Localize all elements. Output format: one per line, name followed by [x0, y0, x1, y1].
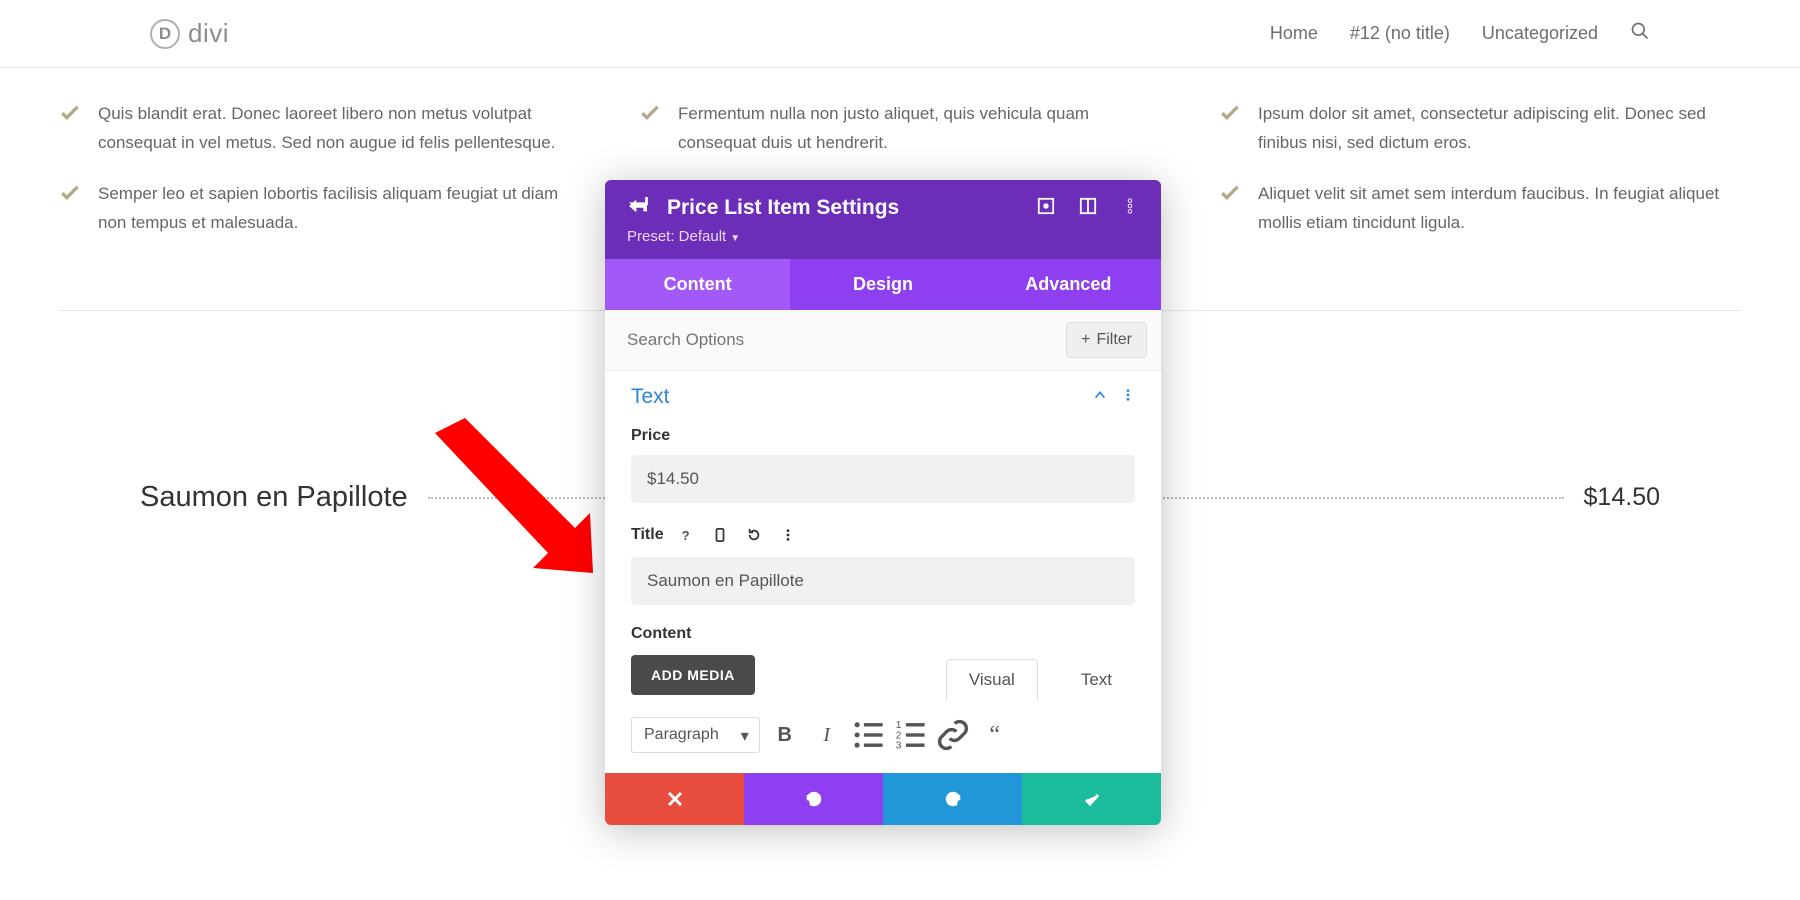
modal-header[interactable]: Price List Item Settings Preset: Default… — [605, 180, 1161, 259]
feature-item: Quis blandit erat. Donec laoreet libero … — [60, 100, 580, 158]
undo-button[interactable] — [744, 773, 883, 825]
field-title: Title ? — [631, 523, 1135, 605]
feature-col-3: Ipsum dolor sit amet, consectetur adipis… — [1220, 100, 1740, 260]
price-input[interactable] — [631, 455, 1135, 503]
snap-icon[interactable] — [1079, 197, 1097, 220]
price-label: Price — [631, 427, 670, 445]
feature-col-1: Quis blandit erat. Donec laoreet libero … — [60, 100, 580, 260]
modal-tabs: Content Design Advanced — [605, 259, 1161, 310]
bold-button[interactable]: B — [768, 718, 802, 752]
feature-text: Ipsum dolor sit amet, consectetur adipis… — [1258, 100, 1740, 158]
quote-button[interactable]: “ — [978, 718, 1012, 752]
check-icon — [640, 104, 660, 158]
title-label: Title — [631, 526, 664, 544]
nav-link-12[interactable]: #12 (no title) — [1350, 23, 1450, 44]
options-search-bar: + Filter — [605, 310, 1161, 371]
title-input[interactable] — [631, 557, 1135, 605]
kebab-icon[interactable] — [776, 523, 800, 547]
search-icon[interactable] — [1630, 21, 1650, 46]
format-select[interactable]: Paragraph ▾ — [631, 717, 760, 753]
content-label: Content — [631, 625, 691, 643]
svg-text:3: 3 — [895, 741, 901, 752]
brand-name: divi — [188, 18, 229, 49]
kebab-icon[interactable] — [1121, 197, 1139, 220]
feature-text: Aliquet velit sit amet sem interdum fauc… — [1258, 180, 1740, 238]
format-select-value: Paragraph — [644, 726, 719, 743]
feature-text: Quis blandit erat. Donec laoreet libero … — [98, 100, 580, 158]
cancel-button[interactable] — [605, 773, 744, 825]
nav-link-home[interactable]: Home — [1270, 23, 1318, 44]
filter-button[interactable]: + Filter — [1066, 322, 1147, 358]
expand-icon[interactable] — [1037, 197, 1055, 220]
check-icon — [60, 184, 80, 238]
section-title: Text — [631, 385, 670, 409]
search-input[interactable] — [619, 324, 1066, 356]
primary-nav: Home #12 (no title) Uncategorized — [1270, 21, 1650, 46]
field-price: Price — [631, 427, 1135, 503]
site-logo[interactable]: D divi — [150, 18, 229, 49]
feature-text: Fermentum nulla non justo aliquet, quis … — [678, 100, 1160, 158]
feature-item: Aliquet velit sit amet sem interdum fauc… — [1220, 180, 1740, 238]
kebab-icon[interactable] — [1121, 388, 1135, 407]
price-item-price: $14.50 — [1584, 483, 1660, 512]
chevron-up-icon[interactable] — [1093, 388, 1107, 407]
site-header: D divi Home #12 (no title) Uncategorized — [0, 0, 1800, 68]
feature-text: Semper leo et sapien lobortis facilisis … — [98, 180, 580, 238]
settings-modal: Price List Item Settings Preset: Default… — [605, 180, 1161, 825]
logo-mark-icon: D — [150, 19, 180, 49]
filter-label: Filter — [1096, 331, 1132, 349]
plus-icon: + — [1081, 331, 1090, 349]
help-icon[interactable]: ? — [674, 523, 698, 547]
feature-item: Ipsum dolor sit amet, consectetur adipis… — [1220, 100, 1740, 158]
nav-link-uncategorized[interactable]: Uncategorized — [1482, 23, 1598, 44]
redo-button[interactable] — [883, 773, 1022, 825]
check-icon — [1220, 104, 1240, 158]
italic-button[interactable]: I — [810, 718, 844, 752]
check-icon — [1220, 184, 1240, 238]
modal-title: Price List Item Settings — [667, 196, 1019, 220]
responsive-icon[interactable] — [708, 523, 732, 547]
feature-item: Semper leo et sapien lobortis facilisis … — [60, 180, 580, 238]
check-icon — [60, 104, 80, 158]
reset-icon[interactable] — [742, 523, 766, 547]
tab-design[interactable]: Design — [790, 259, 975, 310]
modal-footer — [605, 773, 1161, 825]
caret-down-icon: ▼ — [730, 233, 740, 244]
caret-down-icon: ▾ — [741, 726, 749, 746]
preset-label: Preset: Default — [627, 228, 726, 245]
back-button[interactable] — [627, 197, 649, 220]
editor-tab-text[interactable]: Text — [1058, 659, 1135, 701]
modal-body[interactable]: Text Price Title ? Content — [605, 371, 1161, 773]
feature-item: Fermentum nulla non justo aliquet, quis … — [640, 100, 1160, 158]
link-button[interactable] — [936, 718, 970, 752]
tab-content[interactable]: Content — [605, 259, 790, 310]
preset-selector[interactable]: Preset: Default ▼ — [627, 228, 1139, 245]
field-content: Content ADD MEDIA Visual Text Paragraph … — [631, 625, 1135, 753]
section-header-text[interactable]: Text — [631, 385, 1135, 409]
bullet-list-button[interactable] — [852, 718, 886, 752]
save-button[interactable] — [1022, 773, 1161, 825]
tab-advanced[interactable]: Advanced — [976, 259, 1161, 310]
editor-tab-visual[interactable]: Visual — [946, 659, 1038, 701]
add-media-button[interactable]: ADD MEDIA — [631, 655, 755, 695]
numbered-list-button[interactable]: 123 — [894, 718, 928, 752]
price-item-title: Saumon en Papillote — [140, 481, 408, 514]
